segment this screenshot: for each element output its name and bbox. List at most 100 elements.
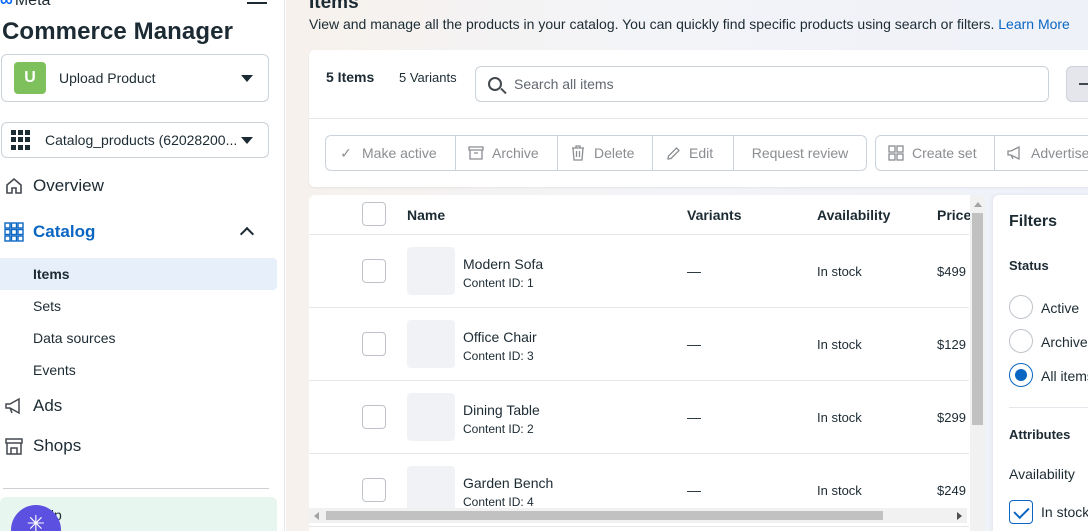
upload-product-label: Upload Product xyxy=(59,70,156,86)
column-header-price[interactable]: Price xyxy=(937,195,971,235)
filter-toggle-button[interactable] xyxy=(1066,66,1088,102)
product-name[interactable]: Garden Bench xyxy=(463,475,553,491)
sidebar-item-data-sources[interactable]: Data sources xyxy=(0,322,277,354)
table-row[interactable]: Modern Sofa Content ID: 1 — In stock $49… xyxy=(309,235,969,308)
column-header-availability[interactable]: Availability xyxy=(817,195,890,235)
catalog-picker-label: Catalog_products (62028200... xyxy=(45,132,238,148)
scroll-left-arrow-icon[interactable] xyxy=(314,512,319,520)
nav-shops-label: Shops xyxy=(33,436,82,455)
filters-panel: Filters Status Active Archived All items… xyxy=(993,195,1088,531)
availability-value: In stock xyxy=(817,483,862,498)
make-active-label: Make active xyxy=(362,145,437,161)
row-checkbox[interactable] xyxy=(362,405,386,429)
content-id: Content ID: 2 xyxy=(463,422,534,436)
create-set-label: Create set xyxy=(912,145,977,161)
product-name[interactable]: Office Chair xyxy=(463,329,537,345)
vertical-scrollbar[interactable] xyxy=(970,195,985,531)
nav-ads[interactable]: Ads xyxy=(0,391,284,421)
product-thumbnail xyxy=(407,393,455,441)
status-active-radio[interactable] xyxy=(1009,295,1033,319)
meta-logo[interactable]: ∞ Meta xyxy=(0,0,50,11)
horizontal-scroll-thumb[interactable] xyxy=(326,511,883,520)
learn-more-link[interactable]: Learn More xyxy=(998,16,1070,32)
delete-label: Delete xyxy=(594,145,635,161)
page-title: Items xyxy=(309,0,359,13)
shop-icon xyxy=(3,435,25,457)
nav-overview-label: Overview xyxy=(33,176,104,195)
status-all-items-radio[interactable] xyxy=(1009,363,1033,387)
request-review-label: Request review xyxy=(751,145,849,161)
request-review-button[interactable]: Request review xyxy=(733,135,867,171)
sidebar-item-items[interactable]: Items xyxy=(0,258,277,290)
content-id: Content ID: 4 xyxy=(463,495,534,509)
toolbar-divider xyxy=(309,118,1088,119)
product-thumbnail xyxy=(407,466,455,514)
content-id: Content ID: 1 xyxy=(463,276,534,290)
main-content: Items View and manage all the products i… xyxy=(286,0,1088,531)
business-avatar: U xyxy=(14,62,46,94)
sidebar-item-events[interactable]: Events xyxy=(0,354,277,386)
set-grid-icon xyxy=(888,145,904,161)
vertical-scroll-thumb[interactable] xyxy=(972,213,983,425)
nav-overview[interactable]: Overview xyxy=(0,171,284,201)
variants-value: — xyxy=(687,263,701,279)
items-count: 5 Items xyxy=(326,69,375,85)
column-header-variants[interactable]: Variants xyxy=(687,195,741,235)
status-archived-radio[interactable] xyxy=(1009,329,1033,353)
search-icon xyxy=(488,77,502,91)
content-id: Content ID: 3 xyxy=(463,349,534,363)
toolbar-card: 5 Items 5 Variants ✓ Make active Archive… xyxy=(309,50,1088,187)
trash-icon xyxy=(570,145,586,161)
price-value: $129 xyxy=(937,337,966,352)
availability-value: In stock xyxy=(817,264,862,279)
status-all-items-label[interactable]: All items xyxy=(1041,368,1088,384)
megaphone-icon xyxy=(3,395,25,417)
status-archived-label[interactable]: Archived xyxy=(1041,334,1088,350)
row-checkbox[interactable] xyxy=(362,332,386,356)
meta-infinity-icon: ∞ xyxy=(0,0,13,10)
product-name[interactable]: Modern Sofa xyxy=(463,256,543,272)
advertise-button[interactable]: Advertise xyxy=(994,135,1088,171)
in-stock-checkbox[interactable] xyxy=(1009,500,1033,524)
nav-shops[interactable]: Shops xyxy=(0,431,284,461)
catalog-grid-icon xyxy=(11,130,31,150)
table-row[interactable]: Dining Table Content ID: 2 — In stock $2… xyxy=(309,381,969,454)
upload-product-picker[interactable]: U Upload Product xyxy=(1,54,269,102)
in-stock-label[interactable]: In stock xyxy=(1041,504,1088,520)
row-checkbox[interactable] xyxy=(362,259,386,283)
table-row[interactable]: Office Chair Content ID: 3 — In stock $1… xyxy=(309,308,969,381)
search-input[interactable] xyxy=(514,76,1014,92)
sidebar-item-sets[interactable]: Sets xyxy=(0,290,277,322)
horizontal-scrollbar[interactable] xyxy=(309,508,967,523)
nav-catalog[interactable]: Catalog xyxy=(0,217,284,247)
product-thumbnail xyxy=(407,320,455,368)
catalog-picker[interactable]: Catalog_products (62028200... xyxy=(1,122,269,158)
variants-value: — xyxy=(687,409,701,425)
product-name[interactable]: Dining Table xyxy=(463,402,540,418)
column-header-name[interactable]: Name xyxy=(407,195,445,235)
create-set-button[interactable]: Create set xyxy=(875,135,995,171)
row-checkbox[interactable] xyxy=(362,478,386,502)
archive-button[interactable]: Archive xyxy=(455,135,558,171)
availability-value: In stock xyxy=(817,337,862,352)
status-active-label[interactable]: Active xyxy=(1041,300,1079,316)
scroll-right-arrow-icon[interactable] xyxy=(957,512,962,520)
filters-title: Filters xyxy=(1009,213,1058,230)
caret-down-icon xyxy=(241,74,253,82)
hamburger-menu-icon[interactable] xyxy=(247,0,267,4)
select-all-checkbox[interactable] xyxy=(362,202,386,226)
make-active-button[interactable]: ✓ Make active xyxy=(325,135,456,171)
edit-label: Edit xyxy=(689,145,714,161)
chevron-up-icon xyxy=(239,226,255,242)
archive-box-icon xyxy=(468,145,484,161)
scroll-up-arrow-icon[interactable] xyxy=(974,202,982,207)
search-box[interactable] xyxy=(475,66,1049,102)
delete-button[interactable]: Delete xyxy=(557,135,653,171)
catalog-grid-icon xyxy=(3,221,25,243)
top-bar: ∞ Meta xyxy=(0,0,284,11)
edit-button[interactable]: Edit xyxy=(652,135,734,171)
pencil-icon xyxy=(665,145,681,161)
availability-value: In stock xyxy=(817,410,862,425)
meta-logo-text: Meta xyxy=(14,0,51,9)
app-title: Commerce Manager xyxy=(2,18,234,45)
